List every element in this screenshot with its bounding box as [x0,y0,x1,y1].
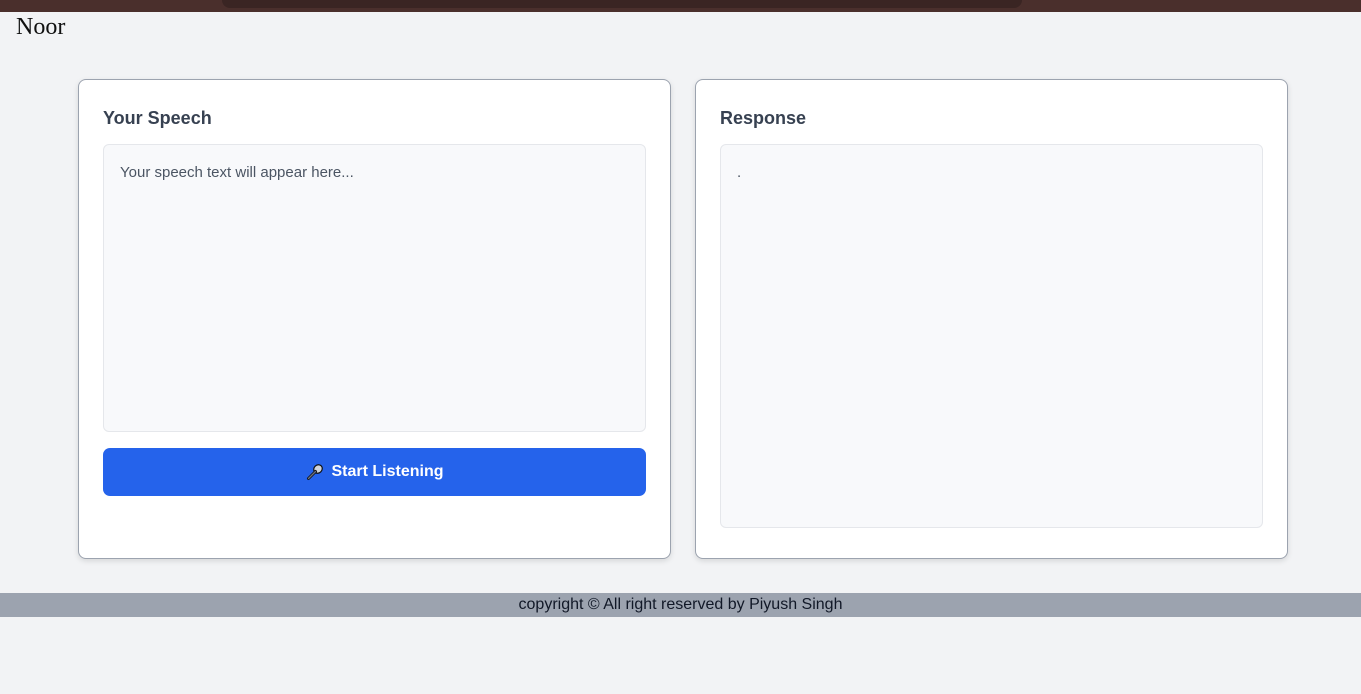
browser-address-bar[interactable] [222,0,1022,8]
brand-title: Noor [16,14,66,40]
speech-card: Your Speech Your speech text will appear… [78,79,671,559]
start-listening-label: Start Listening [331,463,444,480]
microphone-icon [305,462,325,482]
speech-card-title: Your Speech [103,108,212,128]
response-content: . [737,164,742,181]
response-text-area: . [720,144,1263,528]
start-listening-button[interactable]: Start Listening [103,448,646,496]
browser-top-strip [0,0,1361,12]
footer-copyright: copyright © All right reserved by Piyush… [518,596,843,613]
response-card-title: Response [720,108,807,128]
speech-text-area[interactable]: Your speech text will appear here... [103,144,646,432]
footer: copyright © All right reserved by Piyush… [0,593,1361,617]
speech-placeholder: Your speech text will appear here... [120,164,354,181]
response-card: Response . [695,79,1288,559]
